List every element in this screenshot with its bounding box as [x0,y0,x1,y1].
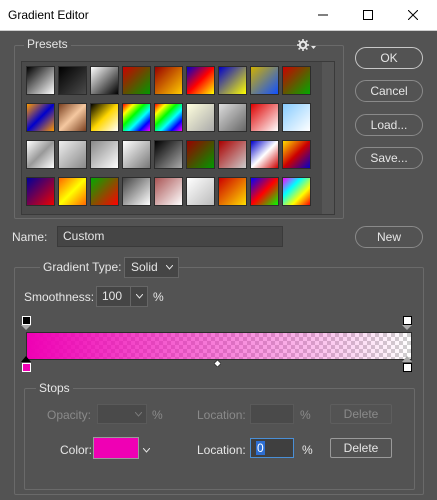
opacity-percent: % [152,408,163,422]
preset-swatch[interactable] [186,177,215,206]
preset-swatch[interactable] [186,66,215,95]
opacity-input [97,404,147,424]
preset-swatch[interactable] [154,103,183,132]
opacity-delete-button: Delete [330,404,392,424]
presets-grid [21,61,335,215]
preset-swatch[interactable] [90,66,119,95]
opacity-stop-right[interactable] [402,314,412,330]
preset-swatch[interactable] [154,140,183,169]
preset-swatch[interactable] [26,140,55,169]
midpoint-diamond-icon [213,359,222,368]
chevron-down-icon [135,412,142,417]
preset-swatch[interactable] [58,66,87,95]
color-stop-left-swatch [22,363,31,372]
minimize-icon [317,14,328,16]
opacity-stop-right-swatch [403,316,412,325]
save-button[interactable]: Save... [355,147,423,169]
preset-swatch[interactable] [58,140,87,169]
opacity-location-percent: % [300,408,311,422]
opacity-stop-right-pointer [402,325,412,330]
gear-icon [297,39,309,51]
title-bar: Gradient Editor [0,0,437,31]
opacity-location-label: Location: [197,408,246,422]
preset-swatch[interactable] [250,66,279,95]
preset-swatch[interactable] [122,140,151,169]
delete-button[interactable]: Delete [330,438,392,458]
maximize-button[interactable] [345,0,390,30]
preset-swatch[interactable] [122,177,151,206]
chevron-down-icon [311,46,316,49]
preset-swatch[interactable] [154,177,183,206]
color-label: Color: [60,443,93,457]
preset-swatch[interactable] [122,103,151,132]
color-stop-left-pointer [21,356,31,362]
maximize-icon [362,10,373,20]
chevron-down-icon [166,265,173,270]
preset-swatch[interactable] [282,103,311,132]
preset-swatch[interactable] [186,140,215,169]
preset-swatch[interactable] [218,177,247,206]
preset-swatch[interactable] [250,140,279,169]
name-input[interactable]: Custom [57,226,283,247]
preset-swatch[interactable] [122,66,151,95]
dialog-body: Presets OK Cancel Load... Save... Name: … [0,31,437,500]
presets-scrollbar[interactable] [322,62,334,214]
opacity-location-input [250,404,294,424]
location-value: 0 [256,441,265,455]
preset-swatch[interactable] [282,177,311,206]
preset-swatch[interactable] [250,103,279,132]
minimize-button[interactable] [300,0,345,30]
chevron-down-icon[interactable] [143,448,150,453]
load-button[interactable]: Load... [355,114,423,136]
preset-swatch[interactable] [90,140,119,169]
preset-swatch[interactable] [282,140,311,169]
smoothness-value: 100 [102,289,123,303]
close-icon [407,10,418,20]
preset-swatch[interactable] [282,66,311,95]
preset-swatch[interactable] [186,103,215,132]
color-stop-right-pointer [402,356,412,362]
preset-swatch[interactable] [218,140,247,169]
gradient-type-value: Solid [131,260,158,274]
preset-swatch[interactable] [90,177,119,206]
close-button[interactable] [390,0,435,30]
stop-color-swatch[interactable] [93,437,139,459]
midpoint-diamond[interactable] [213,356,222,368]
stops-label: Stops [36,381,73,395]
location-label: Location: [197,443,246,457]
color-stop-left[interactable] [21,356,31,373]
preset-swatch[interactable] [58,177,87,206]
preset-swatch[interactable] [250,177,279,206]
preset-swatch[interactable] [218,66,247,95]
preset-swatch[interactable] [26,103,55,132]
cancel-button[interactable]: Cancel [355,80,423,102]
presets-menu-button[interactable] [297,38,317,52]
preset-swatch[interactable] [154,66,183,95]
smoothness-label: Smoothness: [24,290,95,304]
window-title: Gradient Editor [8,8,89,22]
opacity-stop-left[interactable] [21,314,31,330]
preset-swatch[interactable] [26,177,55,206]
presets-label: Presets [24,37,71,51]
preset-swatch[interactable] [90,103,119,132]
preset-swatch[interactable] [218,103,247,132]
location-input[interactable]: 0 [250,438,294,458]
preset-swatch[interactable] [58,103,87,132]
opacity-stop-left-swatch [22,316,31,325]
gradient-type-select[interactable]: Solid [124,257,179,278]
smoothness-input[interactable]: 100 [96,286,148,307]
gradient-type-label: Gradient Type: [40,260,125,274]
ok-button[interactable]: OK [355,47,423,69]
preset-swatch[interactable] [26,66,55,95]
color-stop-right-swatch [403,363,412,372]
location-percent: % [302,443,313,457]
color-stop-right[interactable] [402,356,412,373]
smoothness-percent: % [153,290,164,304]
chevron-down-icon [136,294,143,299]
new-button[interactable]: New [355,226,423,248]
name-label: Name: [12,230,48,244]
opacity-label: Opacity: [47,408,92,422]
opacity-stop-left-pointer [21,325,31,330]
